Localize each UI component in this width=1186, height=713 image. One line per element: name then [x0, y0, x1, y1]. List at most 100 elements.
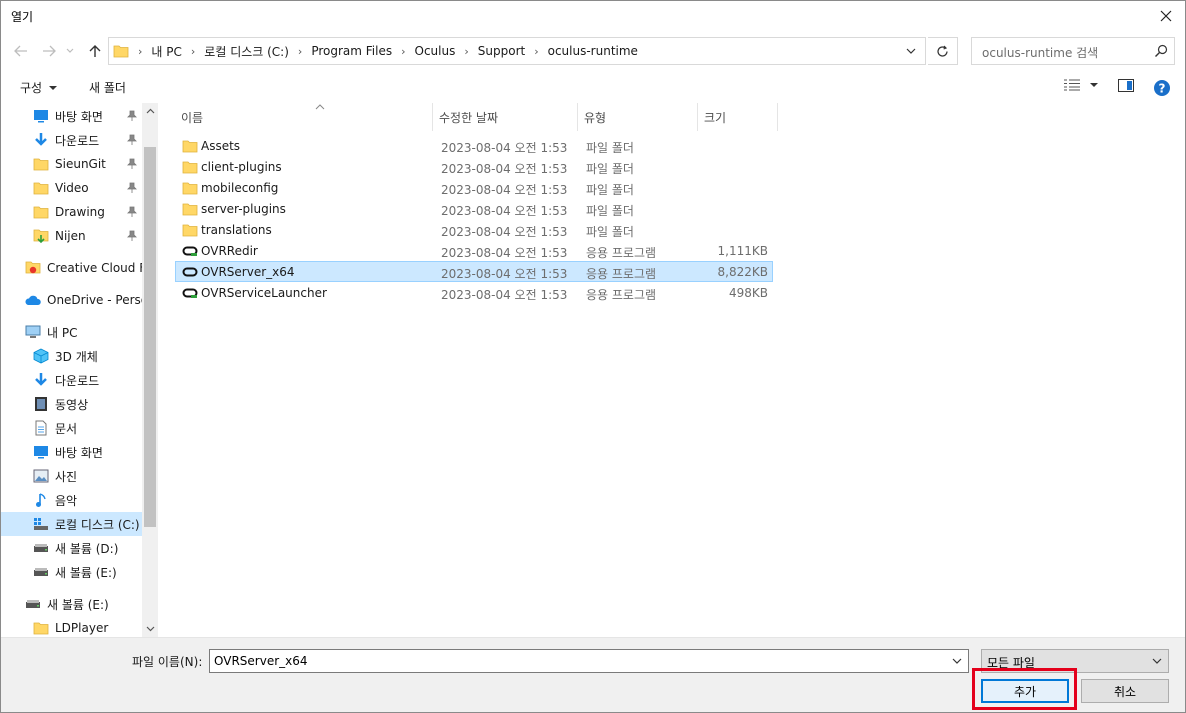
file-row[interactable]: OVRRedir 2023-08-04 오전 1:53 응용 프로그램 1,11… — [175, 240, 773, 261]
file-row[interactable]: Assets 2023-08-04 오전 1:53 파일 폴더 — [175, 135, 773, 156]
sidebar-item-volume-d[interactable]: 새 볼륨 (D:) — [33, 536, 141, 560]
breadcrumb-oculus[interactable]: Oculus — [411, 44, 460, 58]
filename-input[interactable]: OVRServer_x64 — [209, 649, 969, 673]
sidebar-item-label: Video — [55, 181, 89, 195]
pin-icon[interactable] — [126, 109, 138, 123]
file-row[interactable]: server-plugins 2023-08-04 오전 1:53 파일 폴더 — [175, 198, 773, 219]
filetype-dropdown[interactable] — [1150, 654, 1164, 668]
local-disk-icon — [33, 516, 49, 532]
sidebar-item-nijen[interactable]: Nijen — [33, 224, 141, 248]
search-icon[interactable] — [1154, 44, 1168, 61]
close-icon — [1160, 10, 1172, 22]
help-button[interactable]: ? — [1154, 80, 1170, 96]
address-history-dropdown[interactable] — [903, 43, 919, 59]
organize-button[interactable]: 구성 — [20, 79, 58, 96]
sidebar-scrollbar[interactable] — [142, 103, 158, 637]
sidebar-item-label: 새 볼륨 (E:) — [55, 565, 117, 580]
sidebar-item-desktop-pc[interactable]: 바탕 화면 — [33, 440, 141, 464]
pin-icon[interactable] — [126, 157, 138, 171]
breadcrumb-program-files[interactable]: Program Files — [307, 44, 396, 58]
address-bar[interactable]: › 내 PC › 로컬 디스크 (C:) › Program Files › O… — [108, 37, 926, 65]
sidebar-item-label: 바탕 화면 — [55, 445, 103, 460]
pin-icon[interactable] — [126, 181, 138, 195]
sidebar-item-label: Creative Cloud Fil — [47, 261, 152, 275]
new-folder-button[interactable]: 새 폴더 — [89, 79, 126, 96]
pin-icon[interactable] — [126, 205, 138, 219]
sidebar-item-pictures[interactable]: 사진 — [33, 464, 141, 488]
drive-icon — [25, 596, 41, 612]
svg-text:?: ? — [1159, 82, 1166, 96]
file-name: translations — [201, 223, 272, 237]
breadcrumb-separator[interactable]: › — [293, 45, 307, 58]
refresh-button[interactable] — [928, 37, 958, 65]
preview-pane-button[interactable] — [1118, 79, 1134, 92]
sidebar-item-music[interactable]: 음악 — [33, 488, 141, 512]
computer-icon — [25, 324, 41, 340]
column-header-type[interactable]: 유형 — [578, 103, 698, 131]
file-row[interactable]: translations 2023-08-04 오전 1:53 파일 폴더 — [175, 219, 773, 240]
filename-value[interactable]: OVRServer_x64 — [214, 654, 308, 668]
sidebar-item-documents[interactable]: 문서 — [33, 416, 141, 440]
sidebar-item-downloads[interactable]: 다운로드 — [33, 128, 141, 152]
arrow-up-icon — [89, 45, 101, 57]
sidebar-item-video[interactable]: Video — [33, 176, 141, 200]
close-button[interactable] — [1147, 1, 1185, 31]
breadcrumb-separator[interactable]: › — [186, 45, 200, 58]
column-header-size[interactable]: 크기 — [698, 103, 778, 131]
file-row[interactable]: client-plugins 2023-08-04 오전 1:53 파일 폴더 — [175, 156, 773, 177]
sidebar-item-volume-e[interactable]: 새 볼륨 (E:) — [33, 560, 141, 584]
file-row[interactable]: OVRServiceLauncher 2023-08-04 오전 1:53 응용… — [175, 282, 773, 303]
navigation-pane[interactable]: 바탕 화면 다운로드 SieunGit Video Drawing Nijen — [1, 103, 158, 637]
music-icon — [33, 492, 49, 508]
sidebar-item-sieungit[interactable]: SieunGit — [33, 152, 141, 176]
sidebar-item-this-pc[interactable]: 내 PC — [25, 320, 142, 344]
file-type: 파일 폴더 — [586, 183, 634, 197]
column-header-name[interactable]: 이름 — [175, 103, 433, 131]
up-button[interactable] — [85, 41, 105, 61]
sidebar-item-creative-cloud[interactable]: Creative Cloud Fil — [25, 256, 152, 280]
filename-history-dropdown[interactable] — [950, 654, 964, 668]
scrollbar-thumb[interactable] — [144, 147, 156, 527]
sidebar-item-desktop[interactable]: 바탕 화면 — [33, 104, 141, 128]
search-input[interactable]: oculus-runtime 검색 — [982, 44, 1098, 61]
sidebar-item-drawing[interactable]: Drawing — [33, 200, 141, 224]
breadcrumb-oculus-runtime[interactable]: oculus-runtime — [544, 44, 642, 58]
add-button[interactable]: 추가 — [981, 679, 1069, 703]
forward-button[interactable] — [39, 41, 59, 61]
filetype-select[interactable]: 모든 파일 — [981, 649, 1169, 673]
sidebar-item-volume-e-root[interactable]: 새 볼륨 (E:) — [25, 592, 142, 616]
file-row-selected[interactable]: OVRServer_x64 2023-08-04 오전 1:53 응용 프로그램… — [175, 261, 773, 282]
breadcrumb-local-disk[interactable]: 로컬 디스크 (C:) — [200, 43, 293, 60]
file-list[interactable]: 이름 수정한 날짜 유형 크기 Assets 2023-08-04 오전 1:5… — [159, 103, 1185, 637]
cancel-button[interactable]: 취소 — [1081, 679, 1169, 703]
sidebar-item-downloads-pc[interactable]: 다운로드 — [33, 368, 141, 392]
view-options-button[interactable] — [1063, 79, 1099, 91]
sidebar-item-ldplayer[interactable]: LDPlayer — [33, 616, 141, 637]
breadcrumb-separator[interactable]: › — [529, 45, 543, 58]
sidebar-item-3d-objects[interactable]: 3D 개체 — [33, 344, 141, 368]
filename-label: 파일 이름(N): — [132, 655, 203, 669]
sidebar-item-local-disk-c[interactable]: 로컬 디스크 (C:) — [1, 512, 142, 536]
title-bar: 열기 — [1, 1, 1185, 31]
scroll-up-button[interactable] — [142, 103, 158, 119]
navigation-bar: › 내 PC › 로컬 디스크 (C:) › Program Files › O… — [1, 35, 1185, 67]
refresh-icon — [937, 45, 948, 57]
pin-icon[interactable] — [126, 229, 138, 243]
recent-locations-button[interactable] — [63, 41, 77, 61]
back-button[interactable] — [11, 41, 31, 61]
pin-icon[interactable] — [126, 133, 138, 147]
caret-down-icon — [1090, 83, 1098, 87]
column-header-date[interactable]: 수정한 날짜 — [433, 103, 578, 131]
sidebar-item-onedrive[interactable]: OneDrive - Person — [25, 288, 156, 312]
breadcrumb-support[interactable]: Support — [474, 44, 529, 58]
oculus-app-icon — [182, 243, 198, 259]
breadcrumb-separator[interactable]: › — [396, 45, 410, 58]
breadcrumb-this-pc[interactable]: 내 PC — [147, 43, 185, 60]
scroll-down-button[interactable] — [142, 621, 158, 637]
search-box[interactable]: oculus-runtime 검색 — [971, 37, 1175, 65]
chevron-down-icon — [66, 48, 74, 53]
breadcrumb-separator[interactable]: › — [459, 45, 473, 58]
download-icon — [33, 132, 49, 148]
file-row[interactable]: mobileconfig 2023-08-04 오전 1:53 파일 폴더 — [175, 177, 773, 198]
sidebar-item-videos[interactable]: 동영상 — [33, 392, 141, 416]
